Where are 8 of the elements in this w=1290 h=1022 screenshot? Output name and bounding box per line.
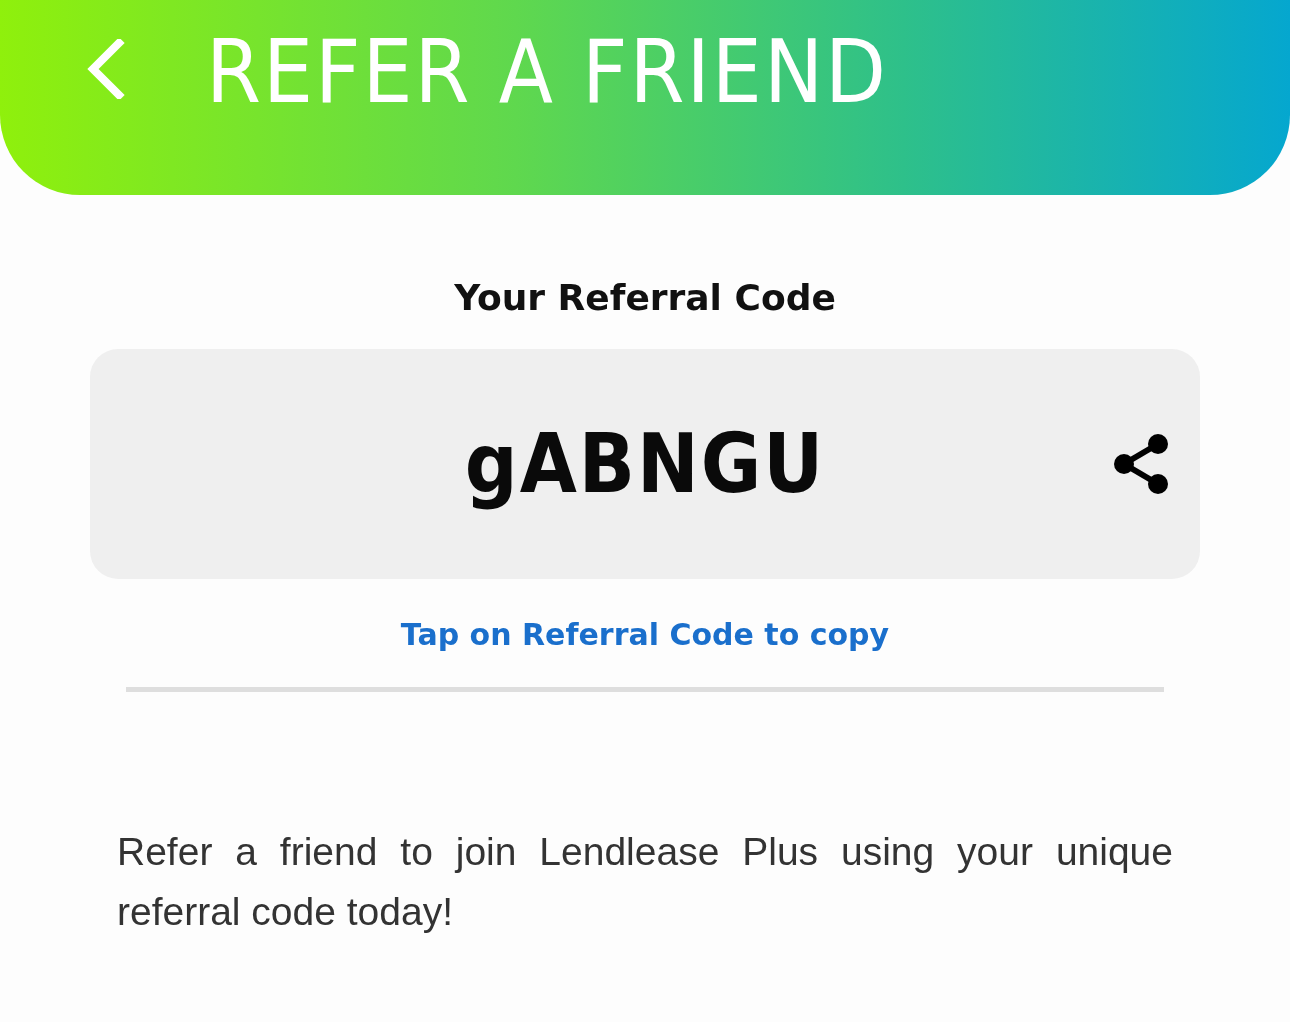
copy-hint-link[interactable]: Tap on Referral Code to copy	[400, 613, 890, 657]
page-title: REFER A FRIEND	[206, 22, 889, 122]
share-icon	[1112, 432, 1170, 496]
back-chevron-icon	[85, 39, 125, 99]
referral-heading: Your Referral Code	[454, 276, 836, 320]
description-text: Refer a friend to join Lendlease Plus using your unique referral code today!	[117, 829, 1173, 935]
share-button[interactable]	[1112, 432, 1170, 496]
referral-code[interactable]: gABNGU	[464, 409, 826, 519]
